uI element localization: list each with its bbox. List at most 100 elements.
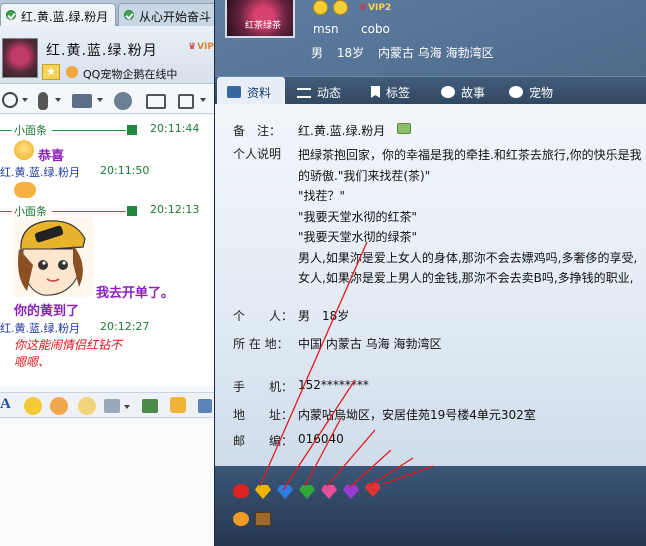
message-text: 你的黄到了: [14, 304, 80, 319]
message-time: 20:12:27: [100, 320, 150, 333]
contact-avatar[interactable]: [2, 38, 38, 78]
more-icon[interactable]: [178, 94, 194, 109]
magic-face-icon[interactable]: [50, 397, 68, 415]
red-diamond-icon[interactable]: [365, 483, 381, 497]
font-icon[interactable]: A: [0, 396, 14, 414]
address-label: 地 址：: [233, 408, 294, 422]
happy-status-icon[interactable]: [333, 0, 348, 15]
qq-pet-icon[interactable]: [66, 66, 78, 78]
transfer-icon[interactable]: [72, 94, 92, 108]
story-icon: [441, 86, 455, 98]
zip-value: 016040: [298, 432, 344, 446]
message-header: 小面条 20:12:13: [0, 203, 214, 218]
music-icon[interactable]: [170, 397, 186, 413]
profile-avatar[interactable]: 红茶绿茶: [225, 0, 295, 38]
zip-label: 邮 编：: [233, 434, 294, 448]
bio-label: 个人说明: [233, 147, 282, 161]
chevron-down-icon[interactable]: [55, 98, 61, 102]
blue-diamond-icon[interactable]: [277, 485, 293, 499]
person-value: 男 18岁: [298, 309, 350, 323]
video-icon[interactable]: [2, 92, 18, 108]
pet-icon: [509, 86, 523, 98]
smile-icon[interactable]: [24, 397, 42, 415]
chat-window: 红.黄.蓝.绿.粉月 从心开始奋斗 红.黄.蓝.绿.粉月 VIP ★ QQ宠物企…: [0, 0, 214, 546]
message-text: 你这能闹情侣红钻不: [14, 338, 123, 352]
bio-text: 把绿茶抱回家，你的幸福是我的牵挂.和红茶去旅行,你的快乐是我 的骄傲."我们来找…: [298, 148, 642, 285]
screenshot-icon[interactable]: [104, 399, 120, 413]
chevron-down-icon[interactable]: [22, 98, 28, 102]
gift-box-icon[interactable]: [255, 512, 271, 526]
tab-profile[interactable]: 资料: [217, 77, 285, 105]
chat-tab-label: 从心开始奋斗: [139, 10, 212, 24]
message-time: 20:11:44: [150, 122, 200, 135]
avatar-caption: 红茶绿茶: [245, 21, 282, 31]
vip-badge[interactable]: VIP2: [359, 3, 391, 13]
address-value: 内蒙呫烏坳区，安居佳苑19号楼4单元302室: [298, 408, 536, 422]
cobo-label[interactable]: cobo: [361, 22, 390, 36]
chat-tab-bar: 红.黄.蓝.绿.粉月 从心开始奋斗: [0, 0, 214, 26]
emoji-icon[interactable]: [78, 397, 96, 415]
contact-name[interactable]: 红.黄.蓝.绿.粉月: [46, 40, 158, 60]
location-label: 所 在 地：: [233, 337, 289, 351]
profile-panel: 红茶绿茶 VIP2 msn cobo 男 18岁 内蒙古 乌海 海勃湾区 资料 …: [214, 0, 646, 546]
green-diamond-icon[interactable]: [299, 485, 315, 499]
chat-toolbar: [0, 88, 214, 114]
feed-icon: [297, 88, 311, 98]
location-value: 中国 内蒙古 乌海 海勃湾区: [298, 337, 442, 351]
service-icons-bar: [215, 466, 646, 546]
gender: 男: [311, 46, 324, 60]
desktop-icon[interactable]: [198, 399, 212, 413]
sender-name[interactable]: 红.黄.蓝.绿.粉月: [0, 320, 80, 336]
tab-story[interactable]: 故事: [441, 77, 501, 105]
message-text: 我去开单了。: [96, 286, 175, 301]
phone-label: 手 机：: [233, 380, 294, 394]
age: 18岁: [336, 46, 365, 60]
chat-tab-active[interactable]: 红.黄.蓝.绿.粉月: [0, 3, 116, 26]
vip-badge[interactable]: VIP: [188, 42, 214, 52]
tab-pet[interactable]: 宠物: [509, 77, 573, 105]
star-icon[interactable]: ★: [42, 64, 60, 80]
profile-summary: 男 18岁 内蒙古 乌海 海勃湾区: [311, 44, 504, 61]
message-input[interactable]: [0, 420, 214, 546]
chevron-down-icon[interactable]: [97, 98, 103, 102]
tab-feed[interactable]: 动态: [297, 77, 357, 105]
phone-value: 152********: [298, 378, 369, 392]
tab-tags[interactable]: 标签: [371, 77, 431, 105]
message-text: 嗯嗯、: [14, 355, 51, 369]
mic-icon[interactable]: [38, 92, 48, 110]
online-status-icon: [124, 10, 134, 20]
online-status-icon: [6, 10, 16, 20]
chat-tab-label: 红.黄.蓝.绿.粉月: [21, 10, 109, 24]
profile-card-icon: [227, 86, 241, 98]
sender-name[interactable]: 小面条: [14, 122, 47, 138]
person-label: 个 人：: [233, 309, 294, 323]
chevron-down-icon[interactable]: [200, 98, 206, 102]
sender-name[interactable]: 红.黄.蓝.绿.粉月: [0, 164, 80, 180]
chat-header: 红.黄.蓝.绿.粉月 VIP ★ QQ宠物企鹅在线中: [0, 26, 214, 84]
handshake-emoji-icon: [14, 182, 36, 198]
message-time: 20:11:50: [100, 164, 150, 177]
chat-history[interactable]: 小面条 20:11:44 恭喜 红.黄.蓝.绿.粉月 20:11:50 小面条 …: [0, 116, 214, 386]
image-icon[interactable]: [142, 399, 158, 413]
cartoon-girl-image: [13, 217, 93, 297]
note-value: 红.黄.蓝.绿.粉月: [298, 124, 386, 138]
pink-diamond-icon[interactable]: [321, 485, 337, 499]
edit-note-icon[interactable]: [397, 123, 411, 134]
qq-pet-icon[interactable]: [233, 512, 249, 526]
region: 内蒙古 乌海 海勃湾区: [377, 46, 494, 60]
message-header: 小面条 20:11:44: [0, 122, 214, 137]
profile-tab-bar: 资料 动态 标签 故事 宠物: [215, 76, 646, 105]
chat-tab-inactive[interactable]: 从心开始奋斗: [118, 3, 214, 26]
tag-icon: [371, 86, 380, 98]
msn-label[interactable]: msn: [313, 22, 339, 36]
chevron-down-icon[interactable]: [124, 405, 130, 409]
add-contact-icon[interactable]: [114, 92, 132, 110]
yellow-diamond-icon[interactable]: [255, 485, 271, 499]
screen-icon[interactable]: [146, 94, 166, 109]
profile-details: 备 注： 红.黄.蓝.绿.粉月 个人说明 把绿茶抱回家，你的幸福是我的牵挂.和红…: [215, 104, 646, 466]
status-text: QQ宠物企鹅在线中: [83, 68, 178, 81]
purple-diamond-icon[interactable]: [343, 485, 359, 499]
note-label: 备 注：: [233, 124, 282, 138]
smile-status-icon[interactable]: [313, 0, 328, 15]
qq-penguin-icon[interactable]: [233, 484, 249, 498]
